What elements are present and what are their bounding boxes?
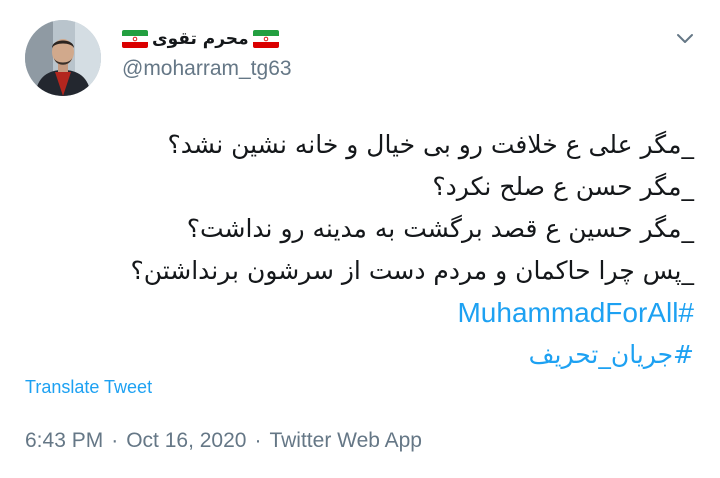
tweet-line: _مگر حسین ع قصد برگشت به مدینه رو نداشت؟: [186, 214, 694, 243]
tweet-source[interactable]: Twitter Web App: [269, 429, 422, 453]
user-handle[interactable]: @moharram_tg63: [122, 57, 292, 81]
tweet-date[interactable]: Oct 16, 2020: [126, 429, 246, 453]
avatar[interactable]: [25, 20, 101, 96]
chevron-down-icon[interactable]: [674, 27, 696, 49]
translate-tweet-link[interactable]: Translate Tweet: [25, 377, 152, 398]
iran-flag-icon: [122, 30, 148, 48]
meta-separator: ·: [254, 429, 262, 452]
tweet-card: محرم تقوی @moharram_tg63 _مگر علی ع خلاف…: [0, 0, 720, 478]
iran-flag-icon: [252, 30, 279, 48]
tweet-text: _مگر علی ع خلافت رو بی خیال و خانه نشین …: [34, 124, 694, 376]
meta-separator: ·: [111, 429, 119, 452]
user-name-row[interactable]: محرم تقوی: [122, 26, 279, 52]
tweet-line: _پس چرا حاکمان و مردم دست از سرشون برندا…: [130, 256, 694, 285]
hashtag-link[interactable]: #جریان_تحریف: [34, 334, 694, 376]
tweet-line: _مگر حسن ع صلح نکرد؟: [432, 172, 694, 201]
hashtag-link[interactable]: #MuhammadForAll: [34, 292, 694, 334]
display-name: محرم تقوی: [152, 29, 249, 49]
tweet-time[interactable]: 6:43 PM: [25, 429, 103, 453]
tweet-meta: 6:43 PM · Oct 16, 2020 · Twitter Web App: [25, 429, 422, 453]
tweet-line: _مگر علی ع خلافت رو بی خیال و خانه نشین …: [167, 130, 695, 159]
